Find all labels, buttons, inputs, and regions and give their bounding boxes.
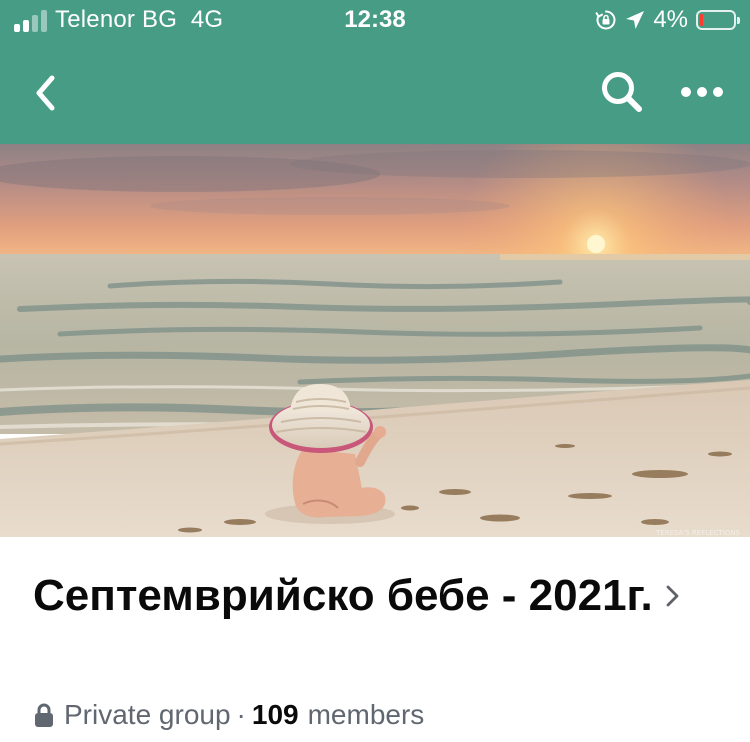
battery-level	[700, 14, 703, 26]
group-title[interactable]: Септемврийско бебе - 2021г.	[33, 566, 713, 625]
back-button[interactable]	[28, 70, 68, 116]
lock-icon	[35, 703, 53, 727]
chevron-right-icon	[666, 585, 679, 607]
search-button[interactable]	[598, 68, 646, 116]
group-meta: Private group · 109 members	[33, 697, 424, 733]
navigation-bar	[0, 60, 750, 126]
rotation-lock-icon	[595, 10, 616, 30]
header-bar: Telenor BG 4G 12:38 4%	[0, 0, 750, 144]
status-indicators: 4%	[595, 6, 740, 34]
member-count: 109	[251, 699, 299, 730]
status-bar: Telenor BG 4G 12:38 4%	[0, 0, 750, 40]
more-options-button[interactable]	[676, 74, 728, 110]
battery-icon	[696, 10, 740, 30]
group-title-text: Септемврийско бебе - 2021г.	[33, 571, 653, 620]
image-credit: TERESA'S REFLECTIONS	[655, 529, 741, 537]
meta-separator: ·	[236, 699, 246, 730]
cover-photo[interactable]: TERESA'S REFLECTIONS	[0, 144, 750, 537]
battery-percent: 4%	[653, 6, 688, 33]
group-page: Telenor BG 4G 12:38 4% TERESA'S REFLECTI…	[0, 0, 750, 742]
members-label: members	[307, 699, 425, 730]
privacy-label: Private group	[64, 699, 231, 730]
beach-sunset-image: TERESA'S REFLECTIONS	[0, 144, 750, 537]
location-arrow-icon	[626, 11, 645, 29]
